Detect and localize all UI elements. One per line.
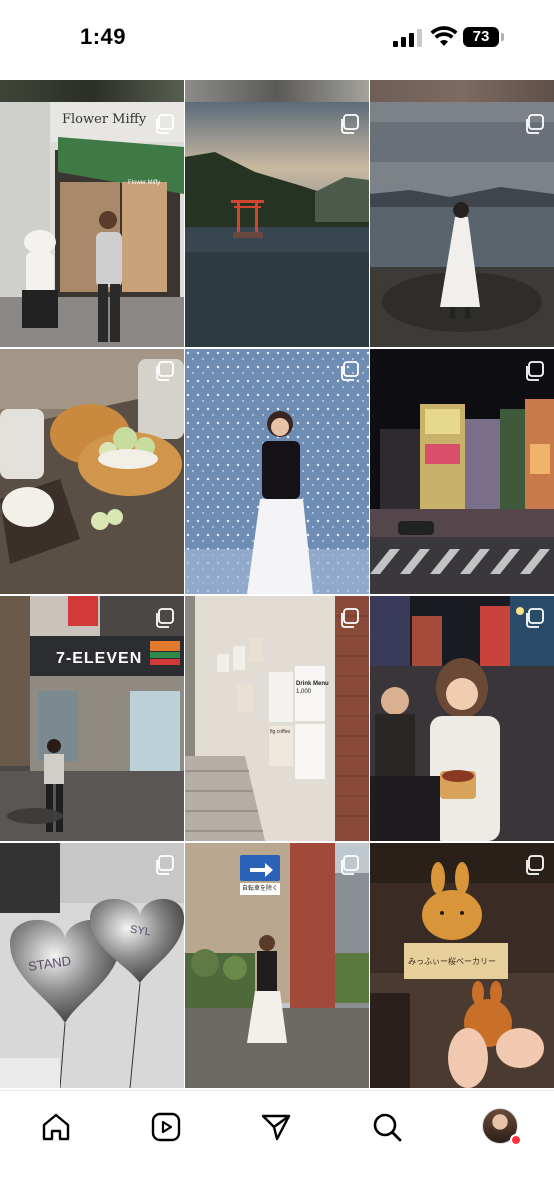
- status-time: 1:49: [80, 24, 127, 49]
- profile-post-grid: Flower Miffy Flower Miffy 7-ELEVEN Drink…: [0, 102, 554, 1090]
- carousel-icon: [341, 114, 359, 134]
- carousel-icon: [526, 361, 544, 381]
- post-image: [0, 596, 184, 841]
- strip-cell-3[interactable]: [370, 80, 554, 102]
- notification-dot: [510, 1134, 522, 1146]
- cellular-signal-icon: [393, 29, 423, 47]
- battery-indicator: 73: [463, 27, 499, 47]
- bakery-sign-text: みっふぃー桜ベーカリー: [408, 957, 496, 966]
- carousel-icon: [156, 361, 174, 381]
- post-tile-2[interactable]: [185, 102, 369, 347]
- post-image: [185, 843, 369, 1088]
- post-image: [0, 102, 184, 347]
- menu-price-text: 1,000: [296, 689, 312, 695]
- road-sign-text: 自転車を除く: [242, 886, 279, 892]
- strip-cell-2[interactable]: [185, 80, 369, 102]
- home-icon: [42, 1113, 70, 1141]
- tab-direct[interactable]: [256, 1107, 296, 1147]
- post-tile-3[interactable]: [370, 102, 554, 347]
- post-tile-7[interactable]: 7-ELEVEN: [0, 596, 184, 841]
- post-image: [370, 102, 554, 347]
- carousel-icon: [156, 608, 174, 628]
- post-tile-4[interactable]: [0, 349, 184, 594]
- post-tile-12[interactable]: みっふぃー桜ベーカリー: [370, 843, 554, 1088]
- tab-home[interactable]: [36, 1107, 76, 1147]
- post-tile-6[interactable]: [370, 349, 554, 594]
- post-image: [185, 596, 369, 841]
- post-tile-5[interactable]: [185, 349, 369, 594]
- carousel-icon: [526, 114, 544, 134]
- store-sign-text: Flower Miffy: [62, 112, 147, 127]
- awning-sign-text: Flower Miffy: [128, 180, 161, 186]
- post-image: [370, 596, 554, 841]
- status-bar: 1:49 73: [0, 0, 554, 80]
- carousel-icon: [341, 361, 359, 381]
- post-tile-10[interactable]: STAND SYL: [0, 843, 184, 1088]
- wifi-icon: [430, 26, 458, 46]
- carousel-icon: [526, 608, 544, 628]
- post-image: [370, 349, 554, 594]
- battery-tip: [501, 33, 504, 41]
- search-icon: [373, 1113, 402, 1142]
- cafe-name-text: fig coffee: [270, 729, 291, 735]
- reels-icon: [151, 1112, 181, 1142]
- post-tile-11[interactable]: 自転車を除く: [185, 843, 369, 1088]
- carousel-icon: [526, 855, 544, 875]
- post-tile-1[interactable]: Flower Miffy Flower Miffy: [0, 102, 184, 347]
- bottom-tab-bar: [0, 1090, 554, 1201]
- post-image: [185, 349, 369, 594]
- previous-row-strip: [0, 80, 554, 102]
- carousel-icon: [156, 855, 174, 875]
- post-tile-9[interactable]: [370, 596, 554, 841]
- carousel-icon: [341, 855, 359, 875]
- post-tile-8[interactable]: Drink Menu 1,000 fig coffee: [185, 596, 369, 841]
- carousel-icon: [341, 608, 359, 628]
- tab-search[interactable]: [367, 1107, 407, 1147]
- seven-eleven-sign-text: 7-ELEVEN: [56, 650, 143, 667]
- carousel-icon: [156, 114, 174, 134]
- post-image: [185, 102, 369, 347]
- post-image: [0, 349, 184, 594]
- menu-title-text: Drink Menu: [296, 681, 329, 687]
- direct-icon: [261, 1114, 291, 1141]
- strip-cell-1[interactable]: [0, 80, 184, 102]
- tab-reels[interactable]: [146, 1107, 186, 1147]
